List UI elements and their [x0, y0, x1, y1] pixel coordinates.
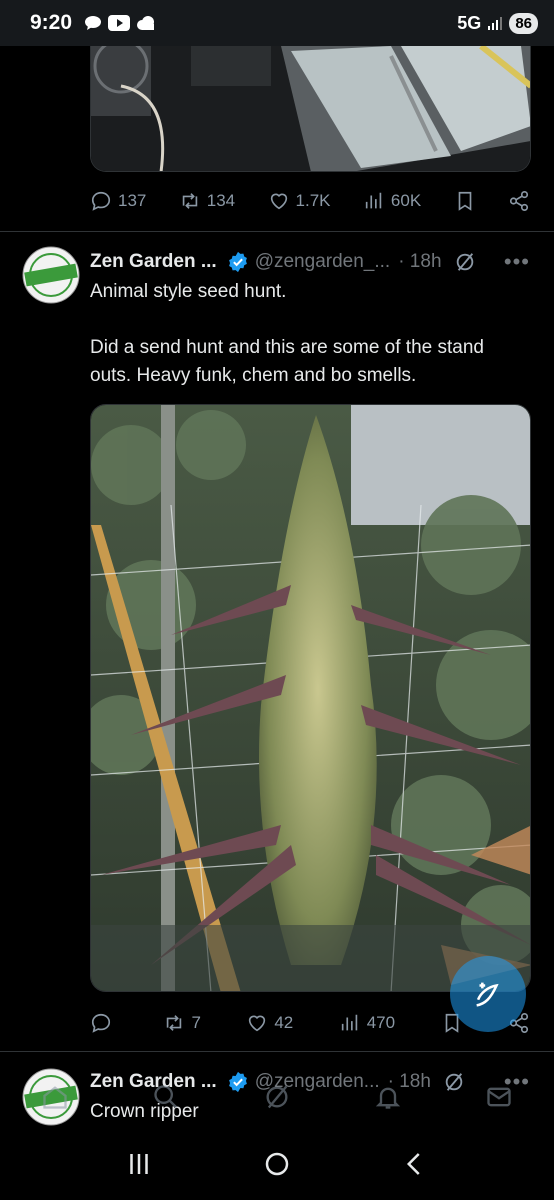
grok-icon[interactable] [454, 251, 476, 273]
views-icon [341, 1014, 357, 1031]
like-button[interactable]: 42 [246, 1012, 293, 1034]
reply-button[interactable] [90, 1012, 118, 1034]
chat-bubble-icon [85, 16, 102, 30]
reply-button[interactable]: 137 [90, 190, 146, 212]
views-button[interactable]: 470 [339, 1012, 395, 1034]
grow-light-photo [91, 46, 530, 171]
compose-icon [476, 982, 499, 1007]
heart-icon [249, 1015, 266, 1032]
bookmark-icon [458, 191, 471, 211]
home-icon[interactable] [41, 1083, 69, 1111]
reply-count: 137 [118, 191, 147, 210]
views-icon [365, 192, 382, 209]
repost-icon [167, 1015, 182, 1031]
status-bar: 9:20 5G 86 [0, 0, 554, 46]
more-options-icon[interactable]: ••• [504, 249, 530, 275]
tweet-text-line: Animal style seed hunt. [90, 281, 287, 302]
like-count: 42 [274, 1013, 294, 1032]
battery-level: 86 [509, 12, 538, 34]
grok-tab-icon[interactable] [263, 1083, 291, 1111]
messages-icon[interactable] [485, 1083, 513, 1111]
signal-icon [488, 17, 503, 30]
reply-icon [91, 1013, 111, 1033]
compose-button[interactable] [450, 956, 526, 1032]
views-count: 470 [366, 1013, 396, 1032]
views-button[interactable]: 60K [363, 190, 421, 212]
previous-tweet-actions: 137 134 1.7K 60K [90, 186, 530, 216]
bookmark-button[interactable] [454, 190, 476, 212]
tweet-time[interactable]: · 18h [398, 251, 441, 273]
reply-icon [91, 191, 111, 211]
tweet-divider [0, 1051, 554, 1052]
plant-photo [91, 405, 530, 991]
tweet-photo[interactable] [90, 404, 531, 992]
repost-button[interactable]: 7 [163, 1012, 201, 1034]
verified-badge-avatar-image [22, 246, 80, 304]
repost-icon [182, 193, 198, 209]
status-time: 9:20 [30, 11, 73, 34]
avatar[interactable] [22, 246, 80, 304]
tweet-divider [0, 231, 554, 232]
repost-button[interactable]: 134 [179, 190, 235, 212]
notifications-icon[interactable] [374, 1083, 402, 1111]
recent-apps-icon[interactable] [124, 1149, 154, 1179]
verified-icon [228, 251, 247, 273]
search-icon[interactable] [152, 1083, 180, 1111]
tweet-header: Zen Garden ... @zengarden_... · 18h ••• [90, 248, 530, 276]
author-handle[interactable]: @zengarden_... [255, 251, 391, 273]
heart-icon [270, 193, 287, 210]
tweet-text-line: Did a send hunt and this are some of the… [90, 337, 484, 386]
share-button[interactable] [508, 190, 530, 212]
cloud-icon [137, 16, 155, 30]
tweet-text: Animal style seed hunt. Did a send hunt … [90, 278, 530, 390]
repost-count: 7 [191, 1013, 201, 1032]
back-icon[interactable] [400, 1149, 430, 1179]
home-button-icon[interactable] [262, 1149, 292, 1179]
youtube-icon [108, 15, 131, 31]
like-button[interactable]: 1.7K [268, 190, 331, 212]
share-icon [509, 191, 529, 211]
views-count: 60K [390, 191, 422, 210]
author-name[interactable]: Zen Garden ... [90, 251, 217, 273]
repost-count: 134 [206, 191, 236, 210]
system-navigation-bar [0, 1128, 554, 1200]
previous-tweet-media[interactable] [90, 46, 531, 172]
bottom-tab-bar [0, 1072, 554, 1122]
status-notification-icons [84, 15, 156, 31]
network-type: 5G [457, 12, 482, 33]
like-count: 1.7K [295, 191, 331, 210]
